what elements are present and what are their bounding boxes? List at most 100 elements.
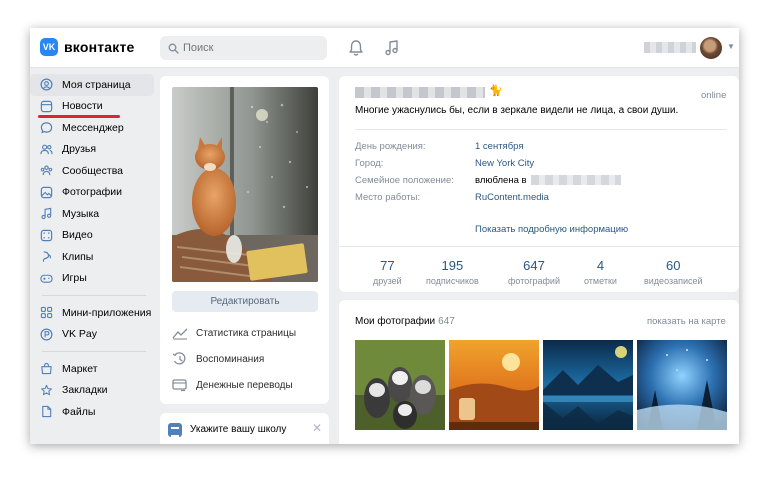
info-label: Семейное положение: <box>355 174 454 186</box>
stat-friends[interactable]: 77 друзей <box>373 258 402 286</box>
music-icon[interactable] <box>382 38 402 58</box>
profile-status-text[interactable]: Многие ужаснулись бы, если в зеркале вид… <box>355 105 678 116</box>
partner-name-blurred[interactable] <box>530 175 621 185</box>
workplace-link[interactable]: RuContent.media <box>475 192 549 203</box>
sidebar-item-vk-pay[interactable]: VK Pay <box>30 324 154 346</box>
chevron-down-icon[interactable]: ▼ <box>727 42 735 51</box>
sidebar-item-mini-apps[interactable]: Мини-приложения <box>30 302 154 324</box>
photos-title-text: Мои фотографии <box>355 316 436 327</box>
sidebar-item-label: Сообщества <box>62 164 123 177</box>
sidebar-item-label: Музыка <box>62 207 100 220</box>
profile-photo[interactable] <box>172 87 318 282</box>
friends-icon <box>40 144 53 154</box>
info-label: Место работы: <box>355 191 421 203</box>
sidebar-divider <box>42 295 146 296</box>
red-annotation-underline <box>38 115 120 118</box>
top-header: VK вконтакте ▼ <box>30 28 739 68</box>
bell-icon[interactable] <box>346 38 366 58</box>
money-transfer-icon <box>172 379 187 392</box>
divider <box>339 246 739 247</box>
kittens-photo-image <box>355 340 445 430</box>
sidebar-item-label: Закладки <box>62 384 108 397</box>
vk-logo[interactable]: VK вконтакте <box>40 38 135 56</box>
city-link[interactable]: New York City <box>475 158 534 169</box>
sidebar-divider <box>42 351 146 352</box>
photos-count: 647 <box>438 316 455 327</box>
online-status: online <box>701 90 727 101</box>
sidebar-item-files[interactable]: Файлы <box>30 401 154 423</box>
sidebar-item-friends[interactable]: Друзья <box>30 139 154 161</box>
show-on-map-link[interactable]: показать на карте <box>647 316 726 327</box>
sidebar-item-news[interactable]: Новости <box>30 96 154 118</box>
stat-tags[interactable]: 4 отметки <box>584 258 617 286</box>
sidebar-item-photos[interactable]: Фотографии <box>30 182 154 204</box>
photo-thumbnail[interactable] <box>543 340 633 430</box>
sidebar-item-label: Игры <box>62 272 87 285</box>
logo-text: вконтакте <box>64 39 135 55</box>
search-box[interactable] <box>160 36 327 60</box>
stat-videos[interactable]: 60 видеозаписей <box>644 258 703 286</box>
show-more-info-link[interactable]: Показать подробную информацию <box>475 224 628 235</box>
edit-profile-button[interactable]: Редактировать <box>172 291 318 312</box>
sidebar-item-clips[interactable]: Клипы <box>30 246 154 268</box>
user-circle-icon <box>40 78 53 91</box>
memories-link[interactable]: Воспоминания <box>172 352 264 366</box>
info-label: Город: <box>355 157 384 169</box>
stat-number: 77 <box>380 258 395 273</box>
photo-thumbnail[interactable] <box>355 340 445 430</box>
profile-photo-card: Редактировать Статистика страницы Воспом… <box>160 76 329 404</box>
birthday-link[interactable]: 1 сентября <box>475 141 523 152</box>
sidebar-item-label: Фотографии <box>62 186 123 199</box>
sidebar-item-my-page[interactable]: Моя страница <box>30 74 154 96</box>
relationship-value: влюблена в <box>475 174 527 186</box>
stat-number: 195 <box>441 258 464 273</box>
communities-icon <box>40 165 53 176</box>
sidebar-item-label: Друзья <box>62 143 97 156</box>
avatar[interactable] <box>700 37 722 59</box>
video-icon <box>40 229 53 241</box>
sidebar-item-games[interactable]: Игры <box>30 268 154 290</box>
money-transfers-link[interactable]: Денежные переводы <box>172 378 293 392</box>
photos-heading[interactable]: Мои фотографии 647 <box>355 316 455 327</box>
browser-window: VK вконтакте ▼ Моя страница <box>30 28 739 444</box>
sidebar-item-music[interactable]: Музыка <box>30 203 154 225</box>
page-stats-link[interactable]: Статистика страницы <box>172 326 296 340</box>
sidebar-item-video[interactable]: Видео <box>30 225 154 247</box>
music-icon <box>41 207 52 220</box>
sidebar-item-communities[interactable]: Сообщества <box>30 160 154 182</box>
sidebar-item-bookmarks[interactable]: Закладки <box>30 380 154 402</box>
market-icon <box>41 363 52 375</box>
profile-name-blurred <box>355 87 485 98</box>
school-prompt-text: Укажите вашу школу <box>190 424 287 435</box>
stat-number: 647 <box>523 258 545 273</box>
stat-photos[interactable]: 647 фотографий <box>508 258 560 286</box>
vk-logo-icon: VK <box>40 38 58 56</box>
stat-number: 4 <box>596 258 605 273</box>
sidebar-item-messenger[interactable]: Мессенджер <box>30 117 154 139</box>
stat-label: видеозаписей <box>644 276 703 286</box>
photo-thumbnail[interactable] <box>637 340 727 430</box>
sidebar-item-market[interactable]: Маркет <box>30 358 154 380</box>
photo-icon <box>40 186 53 198</box>
stat-followers[interactable]: 195 подписчиков <box>426 258 479 286</box>
photo-thumbnail[interactable] <box>449 340 539 430</box>
file-icon <box>42 406 52 418</box>
sunset-photo-image <box>449 340 539 430</box>
school-icon <box>168 423 182 437</box>
stat-label: отметки <box>584 276 617 286</box>
divider <box>355 129 727 130</box>
money-transfers-label: Денежные переводы <box>196 379 293 391</box>
close-icon[interactable]: ✕ <box>312 421 322 435</box>
sidebar-item-label: Мини-приложения <box>62 306 152 319</box>
school-prompt-card[interactable]: Укажите вашу школу ✕ <box>160 413 329 444</box>
gamepad-icon <box>40 274 53 283</box>
clips-icon <box>42 251 52 263</box>
vkpay-icon <box>40 328 53 341</box>
memories-label: Воспоминания <box>196 353 265 365</box>
info-row-relationship: Семейное положение: влюблена в <box>355 174 621 186</box>
search-input[interactable] <box>183 42 323 54</box>
newsfeed-icon <box>40 100 53 112</box>
stat-label: друзей <box>373 276 402 286</box>
page-stats-label: Статистика страницы <box>196 327 297 339</box>
sidebar-item-label: Новости <box>62 100 103 113</box>
